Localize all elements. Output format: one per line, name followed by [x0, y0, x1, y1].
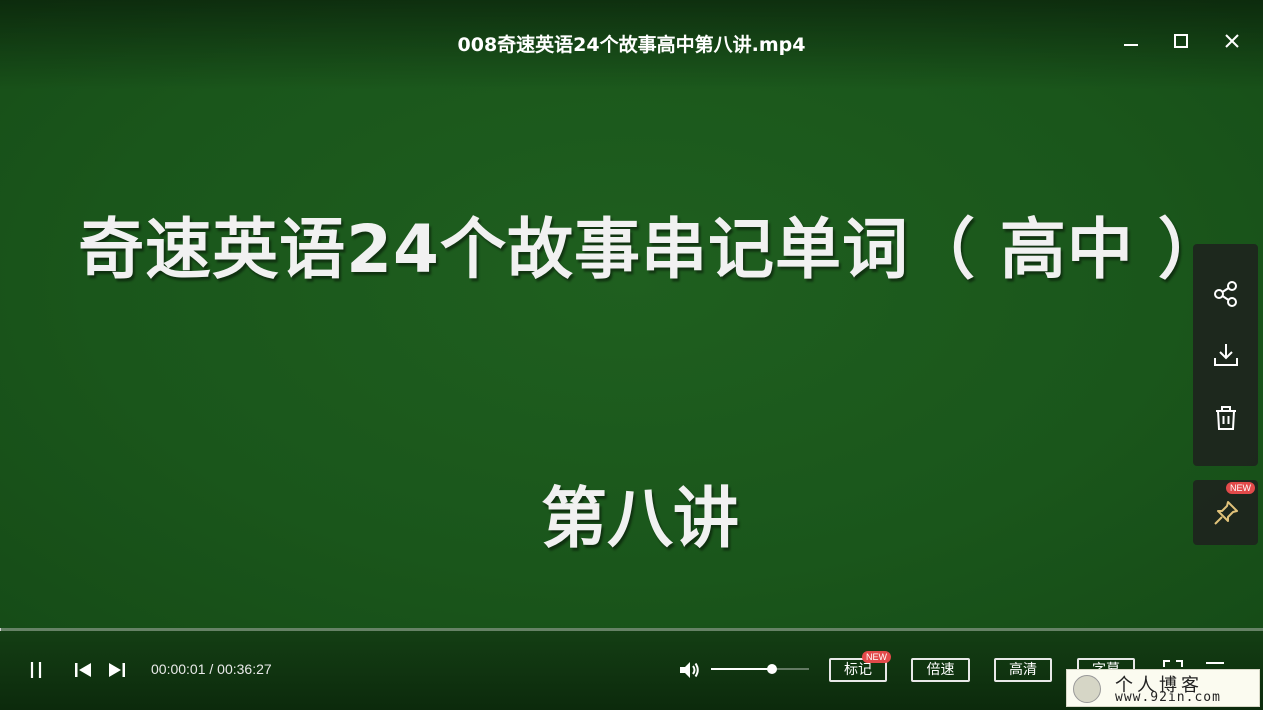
- mark-label: 标记: [844, 662, 872, 678]
- pause-icon: [30, 662, 42, 678]
- window-title: 008奇速英语24个故事高中第八讲.mp4: [457, 34, 806, 56]
- previous-button[interactable]: [71, 658, 95, 682]
- progress-bar[interactable]: [0, 628, 1263, 631]
- share-icon: [1213, 281, 1237, 307]
- download-icon: [1213, 344, 1238, 366]
- minimize-button[interactable]: [1116, 26, 1146, 56]
- blog-watermark: 个人博客 www.92in.com: [1066, 669, 1260, 707]
- close-icon: [1225, 34, 1239, 48]
- time-separator: /: [205, 661, 218, 677]
- quality-label: 高清: [1009, 662, 1037, 678]
- video-area[interactable]: 008奇速英语24个故事高中第八讲.mp4 奇速英语24个故事串记单词（ 高中 …: [0, 0, 1263, 628]
- side-action-panel: [1193, 244, 1258, 466]
- volume-slider[interactable]: [711, 664, 809, 674]
- speed-button[interactable]: 倍速: [911, 658, 970, 682]
- pin-button[interactable]: NEW: [1193, 480, 1258, 545]
- next-button[interactable]: [105, 658, 129, 682]
- share-button[interactable]: [1193, 269, 1258, 319]
- volume-handle[interactable]: [766, 664, 777, 674]
- volume-button[interactable]: [676, 657, 702, 683]
- close-button[interactable]: [1217, 26, 1247, 56]
- volume-icon: [680, 662, 699, 678]
- minimize-icon: [1124, 44, 1138, 46]
- video-heading: 奇速英语24个故事串记单词（ 高中 ）: [78, 211, 1225, 288]
- previous-icon: [75, 663, 91, 677]
- speed-label: 倍速: [926, 662, 955, 678]
- time-display: 00:00:01 / 00:36:27: [151, 661, 272, 677]
- avatar: [1073, 675, 1101, 703]
- download-button[interactable]: [1193, 330, 1258, 380]
- quality-button[interactable]: 高清: [994, 658, 1052, 682]
- delete-button[interactable]: [1193, 393, 1258, 443]
- pin-icon: [1213, 500, 1238, 525]
- video-subheading: 第八讲: [541, 480, 739, 557]
- volume-level: [711, 668, 772, 670]
- maximize-button[interactable]: [1166, 26, 1196, 56]
- current-time: 00:00:01: [151, 661, 206, 677]
- pause-button[interactable]: [24, 658, 48, 682]
- maximize-icon: [1174, 34, 1188, 48]
- next-icon: [109, 663, 125, 677]
- watermark-url: www.92in.com: [1115, 690, 1221, 705]
- mark-new-badge: NEW: [862, 651, 891, 663]
- progress-fill: [0, 628, 1, 631]
- delete-icon: [1215, 406, 1236, 430]
- duration: 00:36:27: [217, 661, 272, 677]
- pin-new-badge: NEW: [1226, 482, 1255, 494]
